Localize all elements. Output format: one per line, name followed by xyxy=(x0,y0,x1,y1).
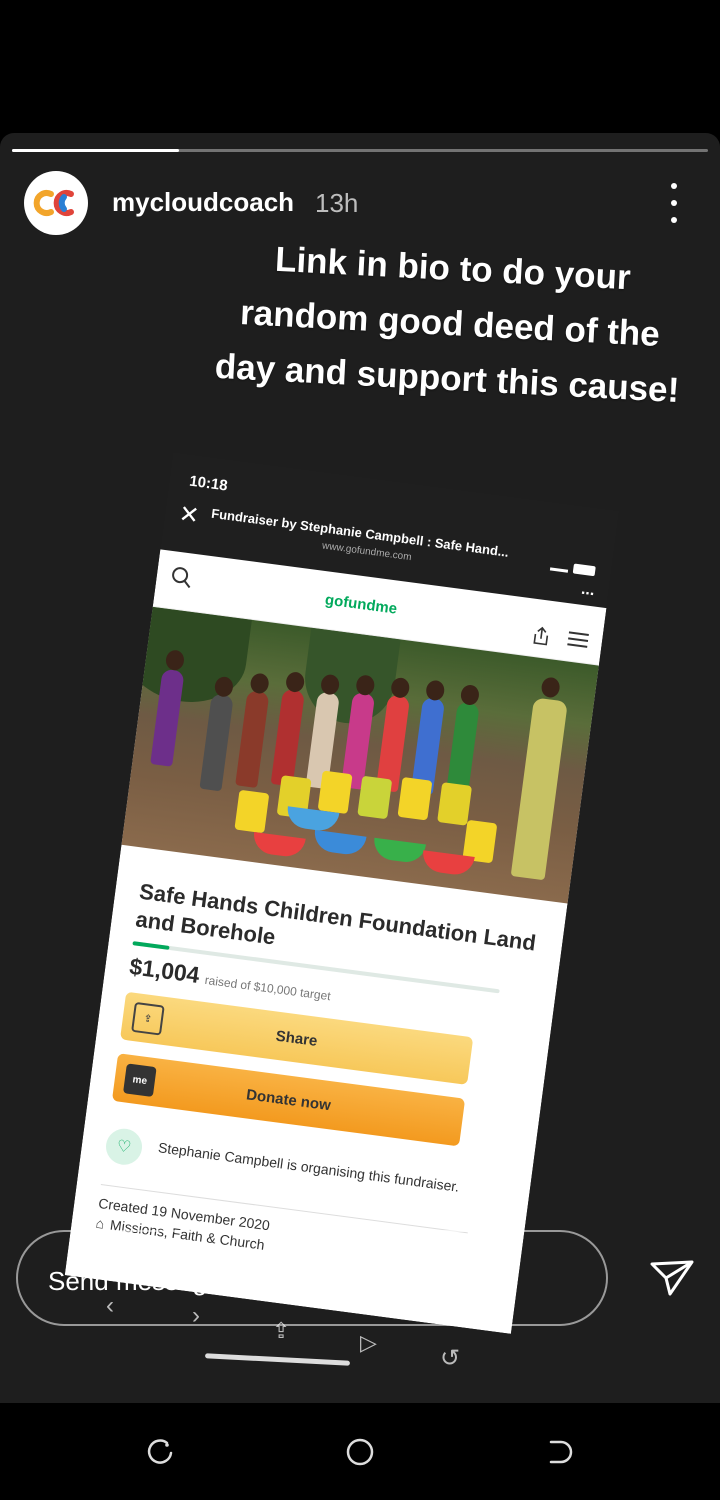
menu-icon xyxy=(567,631,589,648)
back-icon[interactable] xyxy=(545,1437,575,1467)
more-icon[interactable] xyxy=(664,183,684,223)
gofundme-icon: me xyxy=(123,1063,157,1098)
raised-target: raised of $10,000 target xyxy=(203,972,332,1004)
paper-plane-icon[interactable] xyxy=(648,1256,696,1300)
username[interactable]: mycloudcoach xyxy=(112,187,294,218)
user-icon: ♡ xyxy=(103,1126,145,1167)
share-icon: ⇪ xyxy=(131,1001,165,1036)
raised-amount: $1,004 xyxy=(127,953,202,988)
story-progress-track xyxy=(12,149,708,152)
story-caption: Link in bio to do your random good deed … xyxy=(214,239,681,411)
mycloudcoach-logo-icon xyxy=(33,190,74,216)
post-time: 13h xyxy=(315,188,359,218)
search-icon xyxy=(172,567,191,589)
funding-progress-fill xyxy=(132,941,170,950)
share-button-label: Share xyxy=(274,1027,319,1050)
recent-apps-icon[interactable] xyxy=(145,1437,175,1467)
campaign-content: Safe Hands Children Foundation Land and … xyxy=(71,845,568,1286)
story-header: mycloudcoach 13h xyxy=(24,171,696,235)
status-time: 10:18 xyxy=(188,472,229,495)
close-icon: ✕ xyxy=(177,500,201,531)
share-icon xyxy=(533,626,549,646)
system-nav-bar xyxy=(0,1403,720,1500)
story-progress-fill xyxy=(12,149,180,152)
home-icon[interactable] xyxy=(345,1437,375,1467)
reply-input[interactable]: Send message xyxy=(16,1230,608,1326)
organiser-text: Stephanie Campbell is organising this fu… xyxy=(157,1139,461,1195)
browser-more-icon: ... xyxy=(580,580,596,600)
avatar[interactable] xyxy=(24,171,88,235)
donate-button-label: Donate now xyxy=(245,1085,332,1114)
gofundme-page: gofundme Safe Hands Children Foundation … xyxy=(64,549,607,1334)
gofundme-logo: gofundme xyxy=(324,591,399,618)
reply-placeholder: Send message xyxy=(48,1266,222,1296)
